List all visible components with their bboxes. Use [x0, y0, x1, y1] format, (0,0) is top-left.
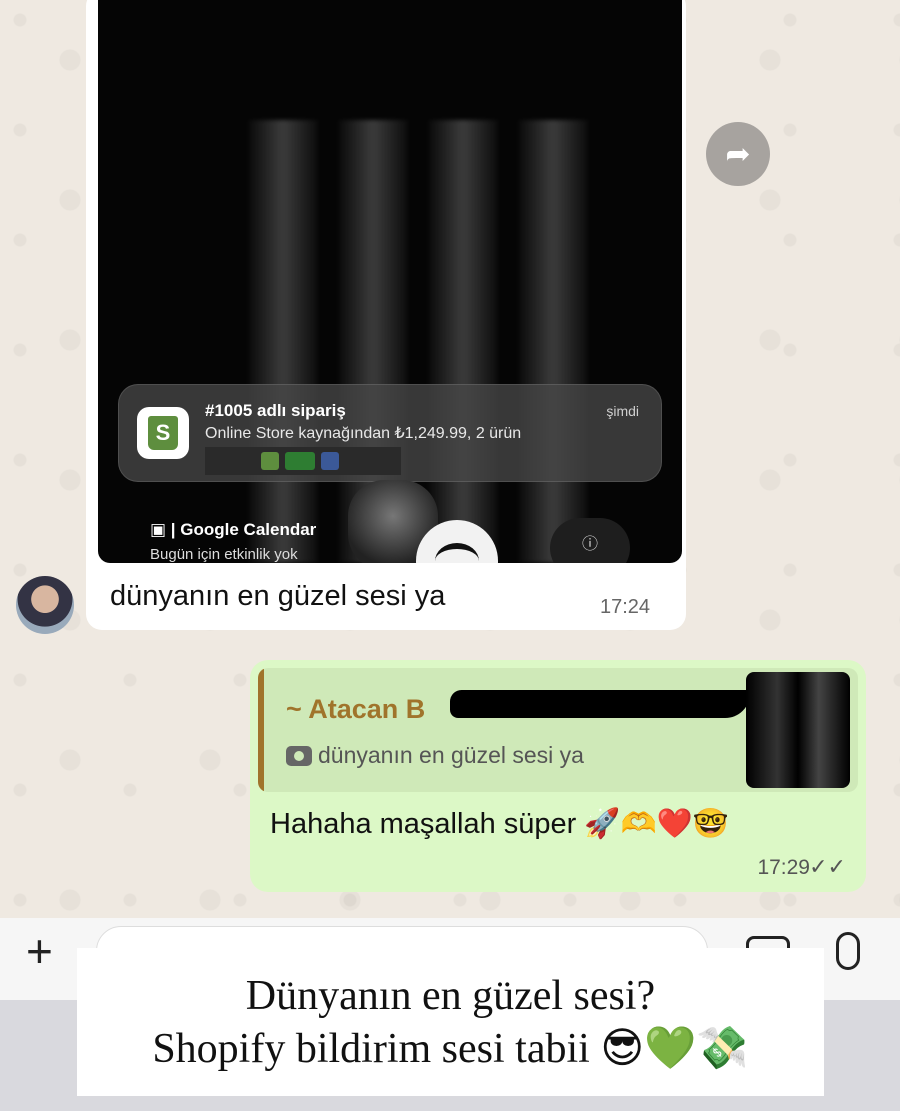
- overlay-emojis: 😎💚💸: [600, 1023, 749, 1072]
- calendar-subtitle: Bugün için etkinlik yok: [150, 546, 298, 563]
- quoted-sender: ~ Atacan B: [286, 694, 426, 724]
- curtain-fold: [518, 120, 588, 563]
- notification-body: Online Store kaynağından ₺1,249.99, 2 ür…: [205, 425, 522, 442]
- shopify-app-icon: S: [137, 407, 189, 459]
- curtain-fold: [428, 120, 498, 563]
- forward-icon[interactable]: ➦: [706, 122, 770, 186]
- outgoing-message-bubble[interactable]: ~ Atacan B dünyanın en güzel sesi ya Hah…: [250, 660, 866, 892]
- calendar-label: Google Calendar: [180, 520, 317, 539]
- quoted-message[interactable]: ~ Atacan B dünyanın en güzel sesi ya: [258, 668, 858, 792]
- quoted-thumbnail: [746, 672, 850, 788]
- quote-accent-bar: [258, 668, 264, 792]
- reply-emojis: 🚀🫶❤️🤓: [584, 806, 729, 840]
- shopify-bag-icon: S: [148, 416, 178, 450]
- message-caption: dünyanın en güzel sesi ya: [110, 580, 446, 612]
- shopify-notification: S #1005 adlı sipariş Online Store kaynağ…: [118, 384, 662, 482]
- message-timestamp: 17:24: [600, 596, 651, 618]
- reply-text: Hahaha maşallah süper 🚀🫶❤️🤓: [270, 806, 729, 841]
- notification-thumbnails: [205, 447, 401, 475]
- calendar-icon: ▣ |: [150, 520, 181, 539]
- sender-avatar[interactable]: [16, 576, 74, 634]
- redaction-scribble: [450, 690, 750, 718]
- read-receipt-icon: ✓✓: [809, 854, 846, 879]
- info-icon: ⓘ: [550, 518, 630, 563]
- badge-icon: [285, 452, 315, 470]
- calendar-widget-title: ▣ | Google Calendar: [150, 520, 316, 540]
- reply-body: Hahaha maşallah süper: [270, 808, 577, 840]
- overlay-line-2: Shopify bildirim sesi tabii 😎💚💸: [77, 1022, 824, 1075]
- quoted-text-row: dünyanın en güzel sesi ya: [286, 742, 584, 769]
- facebook-icon: [321, 452, 339, 470]
- quoted-text: dünyanın en güzel sesi ya: [318, 742, 584, 768]
- plus-icon[interactable]: +: [26, 924, 53, 978]
- screenshot-image[interactable]: S #1005 adlı sipariş Online Store kaynağ…: [98, 0, 682, 563]
- notification-time: şimdi: [606, 403, 639, 419]
- reply-timestamp: 17:29: [757, 856, 810, 879]
- shopify-mini-icon: [261, 452, 279, 470]
- story-caption-overlay: Dünyanın en güzel sesi? Shopify bildirim…: [77, 948, 824, 1096]
- photo-icon: [286, 745, 312, 766]
- microphone-icon[interactable]: [836, 932, 860, 970]
- notification-title: #1005 adlı sipariş: [205, 401, 346, 420]
- curtain-fold: [248, 120, 318, 563]
- overlay-line-2-text: Shopify bildirim sesi tabii: [152, 1026, 590, 1072]
- overlay-line-1: Dünyanın en güzel sesi?: [245, 973, 656, 1019]
